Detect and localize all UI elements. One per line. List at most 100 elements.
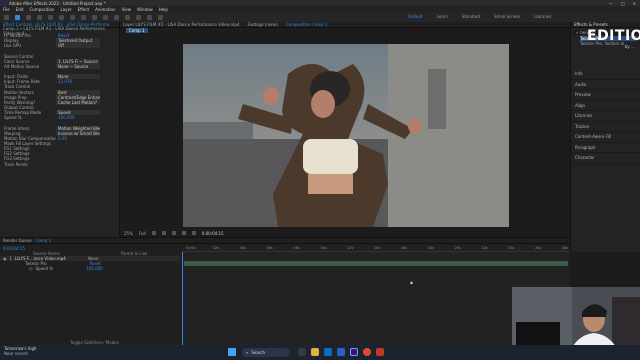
tab-render-queue[interactable]: Render Queue xyxy=(3,238,32,243)
windows-start-icon[interactable] xyxy=(228,348,236,356)
tab-comp-1[interactable]: Comp 1 xyxy=(36,238,52,243)
selection-tool-icon[interactable] xyxy=(15,14,20,20)
brush-tool-icon[interactable] xyxy=(114,14,119,20)
toolbar: Default Learn Standard Small Screen Libr… xyxy=(0,12,640,22)
camera-tool-icon[interactable] xyxy=(59,14,64,20)
visibility-eye-icon[interactable]: ◉ xyxy=(3,256,7,261)
menu-file[interactable]: File xyxy=(3,7,10,12)
property-value[interactable]: 100.000 xyxy=(86,266,103,271)
task-view-icon[interactable] xyxy=(298,348,306,356)
ruler-tick-label: 02s xyxy=(212,246,219,250)
close-button[interactable]: ✕ xyxy=(633,1,636,6)
rotate-tool-icon[interactable] xyxy=(48,14,53,20)
panel-item[interactable]: Preview xyxy=(571,90,640,101)
panel-item[interactable]: Paragraph xyxy=(571,143,640,153)
video-frame[interactable] xyxy=(183,44,509,227)
property-label: Alt Motion Source xyxy=(4,63,40,69)
panel-item[interactable]: Libraries xyxy=(571,111,640,122)
ae-logo-icon xyxy=(2,1,6,5)
home-icon[interactable] xyxy=(4,14,9,20)
tab-composition[interactable]: Composition Comp 1 xyxy=(286,22,328,27)
tab-effects-presets[interactable]: Effects & Presets xyxy=(574,22,608,27)
panel-list: Info Audio Preview Align Libraries Tracker Con… xyxy=(571,69,640,164)
workspace-learn[interactable]: Learn xyxy=(437,14,448,19)
minimize-button[interactable]: — xyxy=(609,1,613,6)
menu-animation[interactable]: Animation xyxy=(95,7,115,12)
effect-property-row[interactable]: Track Points xyxy=(0,162,119,167)
composition-viewer: Layer LILI'S FILM #2 - LISA Dance Perfor… xyxy=(120,22,570,237)
menu-window[interactable]: Window xyxy=(137,7,153,12)
hand-tool-icon[interactable] xyxy=(26,14,31,20)
viewer-timecode[interactable]: 0:00:04:15 xyxy=(202,231,224,236)
property-value[interactable]: 0.00 xyxy=(56,136,100,141)
maximize-button[interactable]: □ xyxy=(621,1,625,6)
workspace-small-screen[interactable]: Small Screen xyxy=(494,14,520,19)
edge-icon[interactable] xyxy=(324,348,332,356)
ruler-tick-label: 26s xyxy=(535,246,542,250)
clone-stamp-tool-icon[interactable] xyxy=(125,14,130,20)
panel-item[interactable]: Audio xyxy=(571,80,640,90)
logo-sub: by … xyxy=(624,44,635,49)
tab-layer[interactable]: Layer LILI'S FILM #2 - LISA Dance Perfor… xyxy=(123,22,240,27)
ruler-tick-label: 28s xyxy=(562,246,569,250)
ruler-tick-label: 14s xyxy=(374,246,381,250)
menu-composition[interactable]: Composition xyxy=(29,7,54,12)
menu-view[interactable]: View xyxy=(122,7,132,12)
weather-subtitle: Near record xyxy=(4,350,28,356)
panel-item[interactable]: Align xyxy=(571,101,640,111)
menu-effect[interactable]: Effect xyxy=(78,7,90,12)
panel-item[interactable]: Character xyxy=(571,153,640,164)
keyframe-icon[interactable]: ◆ xyxy=(410,280,413,285)
comp-subtab[interactable]: Comp 1 xyxy=(126,28,148,33)
property-value[interactable]: None ~ Source xyxy=(56,63,100,69)
weather-widget[interactable]: Tomorrow's high Near record xyxy=(4,346,37,356)
time-ruler[interactable]: 0:00s 02s 04s 06s 08s 10s 12s 14s 16s 18s 20s 22s 24… xyxy=(182,246,570,252)
taskbar-search[interactable]: ⌕ Search xyxy=(242,348,290,357)
app-icon[interactable] xyxy=(376,348,384,356)
zoom-tool-icon[interactable] xyxy=(37,14,42,20)
layer-bar[interactable] xyxy=(184,261,568,266)
property-value[interactable]: Off xyxy=(56,43,100,49)
property-value[interactable]: Cache Last Motion? xyxy=(56,99,100,105)
property-label: Speed % xyxy=(4,115,22,121)
workspace-switcher: Default Learn Standard Small Screen Libr… xyxy=(408,14,551,19)
file-explorer-icon[interactable] xyxy=(311,348,319,356)
store-icon[interactable] xyxy=(337,348,345,356)
panel-item[interactable]: Info xyxy=(571,69,640,80)
menu-layer[interactable]: Layer xyxy=(60,7,71,12)
mask-icon[interactable] xyxy=(161,231,166,235)
eraser-tool-icon[interactable] xyxy=(136,14,141,20)
snapshot-icon[interactable] xyxy=(191,231,196,235)
chrome-icon[interactable] xyxy=(363,348,371,356)
playhead[interactable] xyxy=(182,252,183,346)
shape-tool-icon[interactable] xyxy=(81,14,86,20)
region-icon[interactable] xyxy=(171,231,176,235)
grid-icon[interactable] xyxy=(151,231,156,235)
menu-edit[interactable]: Edit xyxy=(16,7,24,12)
workspace-standard[interactable]: Standard xyxy=(462,14,480,19)
ruler-tick-label: 16s xyxy=(400,246,407,250)
type-tool-icon[interactable] xyxy=(103,14,108,20)
effect-property-list: fx Twixtor Pro Reset Display Twixtored Outp… xyxy=(0,33,119,167)
puppet-tool-icon[interactable] xyxy=(158,14,163,20)
pan-behind-tool-icon[interactable] xyxy=(70,14,75,20)
resolution-dropdown[interactable]: Full xyxy=(139,231,146,236)
menu-help[interactable]: Help xyxy=(159,7,168,12)
transparency-grid-icon[interactable] xyxy=(181,231,186,235)
property-value[interactable]: 100.000 xyxy=(56,115,100,120)
workspace-default[interactable]: Default xyxy=(408,14,423,19)
tab-footage[interactable]: Footage (none) xyxy=(248,22,278,27)
timeline-timecode[interactable]: 0:00:04:15 xyxy=(3,246,25,251)
panel-item[interactable]: Tracker xyxy=(571,122,640,132)
zoom-dropdown[interactable]: 25% xyxy=(124,231,133,236)
search-icon: ⌕ xyxy=(246,350,249,355)
property-value[interactable]: 23.976 xyxy=(56,79,100,84)
workspace-libraries[interactable]: Libraries xyxy=(534,14,551,19)
ruler-tick-label: 18s xyxy=(427,246,434,250)
after-effects-icon[interactable] xyxy=(350,348,358,356)
property-row[interactable]: ◷ Speed % 100.000 xyxy=(0,266,180,271)
pen-tool-icon[interactable] xyxy=(92,14,97,20)
roto-brush-tool-icon[interactable] xyxy=(147,14,152,20)
stopwatch-icon[interactable]: ◷ xyxy=(29,266,33,271)
panel-item[interactable]: Content-Aware Fill xyxy=(571,132,640,143)
